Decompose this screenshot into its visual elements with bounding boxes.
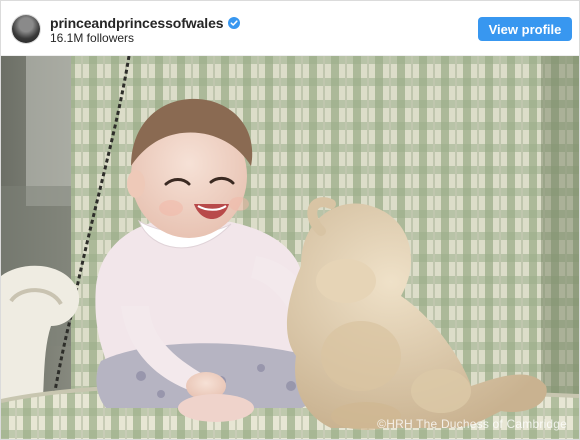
photo-illustration <box>1 56 579 439</box>
follower-count: 16.1M followers <box>50 31 135 45</box>
username[interactable]: princeandprincessofwales <box>50 15 224 31</box>
username-row: princeandprincessofwales <box>50 14 241 32</box>
view-profile-button[interactable]: View profile <box>478 17 572 41</box>
post-header: princeandprincessofwales 16.1M followers… <box>1 1 579 56</box>
photo-credit: ©HRH The Duchess of Cambridge <box>377 417 567 431</box>
avatar[interactable] <box>12 15 40 43</box>
instagram-embed: princeandprincessofwales 16.1M followers… <box>0 0 580 440</box>
verified-badge-icon <box>228 17 241 29</box>
post-photo[interactable]: ©HRH The Duchess of Cambridge <box>1 56 579 439</box>
